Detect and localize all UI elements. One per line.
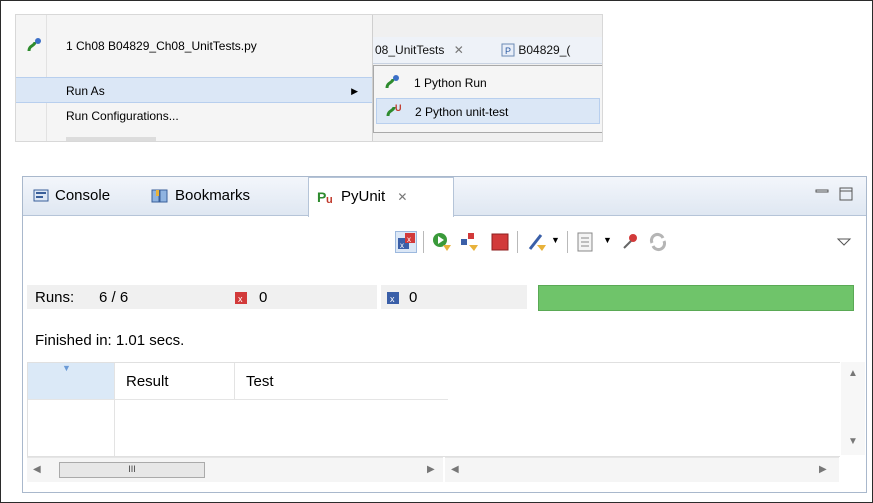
history-dropdown-icon[interactable]: ▼: [551, 235, 560, 245]
layout-dropdown-icon[interactable]: ▼: [603, 235, 612, 245]
svg-text:x: x: [238, 294, 243, 304]
submenu-item-python-run[interactable]: 1 Python Run: [376, 70, 600, 96]
pyunit-toolbar: xx ▼ ▼: [23, 217, 866, 267]
toolbar-separator: [517, 231, 518, 253]
editor-tab-strip: 08_UnitTests ✕ P B04829_(: [371, 37, 602, 64]
tab-bookmarks[interactable]: Bookmarks: [151, 177, 250, 215]
column-header-test[interactable]: Test: [246, 373, 274, 390]
failures-only-icon: xx: [398, 233, 415, 250]
rerun-tests-icon[interactable]: [431, 231, 453, 253]
history-icon[interactable]: [527, 231, 549, 253]
horizontal-scrollbar-left[interactable]: ◀ III ▶: [27, 457, 443, 482]
scroll-down-icon[interactable]: ▼: [848, 436, 858, 447]
failures-value: 0: [409, 289, 418, 306]
column-divider: [234, 363, 235, 399]
scroll-left-icon[interactable]: ◀: [33, 464, 41, 475]
progress-bar: [538, 285, 854, 311]
submenu-item-python-unit-test[interactable]: U 2 Python unit-test: [376, 98, 600, 124]
refresh-icon[interactable]: [647, 231, 669, 253]
layout-icon[interactable]: [575, 231, 597, 253]
runs-value: 6 / 6: [99, 289, 129, 306]
svg-text:u: u: [326, 194, 333, 205]
vertical-scrollbar[interactable]: ▲ ▼: [841, 362, 865, 455]
scroll-up-icon[interactable]: ▲: [848, 368, 858, 379]
bookmarks-icon: [151, 189, 168, 203]
pyunit-icon: Pu: [317, 189, 333, 205]
svg-text:U: U: [395, 103, 402, 113]
context-menu-screenshot: 08_UnitTests ✕ P B04829_( 1 Ch08 B04829_…: [15, 14, 603, 142]
close-icon[interactable]: ✕: [397, 190, 407, 204]
editor-tab-b04829[interactable]: P B04829_(: [501, 43, 570, 57]
errors-value: 0: [259, 289, 268, 306]
minimize-icon[interactable]: [815, 187, 829, 201]
menu-item-run-configurations[interactable]: Run Configurations...: [16, 103, 372, 129]
svg-text:P: P: [317, 189, 326, 205]
menu-item-run-as[interactable]: Run As ▶: [16, 77, 372, 103]
svg-text:x: x: [390, 294, 395, 304]
runs-label: Runs:: [35, 289, 75, 306]
tab-console[interactable]: Console: [33, 177, 110, 215]
maximize-icon[interactable]: [839, 187, 853, 201]
menu-item-recent-launch[interactable]: 1 Ch08 B04829_Ch08_UnitTests.py: [16, 33, 372, 59]
tree-column: [28, 399, 115, 456]
column-header-result[interactable]: Result: [126, 373, 169, 390]
scrollbar-thumb[interactable]: III: [59, 462, 205, 478]
failures-field-bg: [381, 285, 527, 309]
toolbar-separator: [567, 231, 568, 253]
python-unittest-icon: U: [386, 103, 402, 117]
table-header: ▼ Result Test: [28, 363, 448, 400]
scroll-right-icon[interactable]: ▶: [427, 464, 435, 475]
tree-column-header[interactable]: ▼: [28, 363, 115, 399]
pin-icon[interactable]: [619, 231, 641, 253]
test-stats: Runs: 6 / 6 x 0 x 0: [23, 281, 866, 311]
submenu-arrow-icon: ▶: [351, 86, 358, 96]
editor-tab-unittests[interactable]: 08_UnitTests ✕: [375, 43, 464, 57]
rerun-failed-icon[interactable]: [459, 231, 481, 253]
run-as-submenu: 1 Python Run U 2 Python unit-test: [373, 65, 602, 133]
svg-text:x: x: [400, 241, 404, 250]
scroll-left-icon[interactable]: ◀: [451, 464, 459, 475]
context-menu: 1 Ch08 B04829_Ch08_UnitTests.py Run As ▶…: [16, 15, 373, 141]
python-run-icon: [27, 38, 41, 52]
sort-arrow-icon: ▼: [62, 363, 71, 373]
show-failures-only-button[interactable]: xx: [395, 231, 417, 253]
finished-time: Finished in: 1.01 secs.: [35, 332, 185, 349]
svg-text:x: x: [407, 235, 411, 244]
svg-text:P: P: [505, 46, 511, 56]
failure-icon: x: [387, 292, 399, 304]
tab-pyunit[interactable]: Pu PyUnit ✕: [308, 177, 454, 217]
scroll-right-icon[interactable]: ▶: [819, 464, 827, 475]
python-file-icon: P: [501, 43, 515, 57]
console-icon: [33, 189, 49, 202]
results-table: ▼ Result Test: [27, 362, 840, 457]
horizontal-scrollbar-right[interactable]: ◀ ▶: [445, 457, 839, 482]
python-run-icon: [385, 75, 399, 89]
error-icon: x: [235, 292, 247, 304]
runs-field-bg: [27, 285, 377, 309]
clipped-menu-item: [66, 137, 156, 141]
stop-icon[interactable]: [489, 231, 511, 253]
pyunit-view: Console Bookmarks Pu PyUnit ✕ xx ▼ ▼ Runs: [22, 176, 867, 493]
view-tab-bar: Console Bookmarks Pu PyUnit ✕: [23, 177, 866, 217]
toolbar-separator: [423, 231, 424, 253]
view-menu-icon[interactable]: [833, 231, 855, 253]
close-icon[interactable]: ✕: [454, 43, 464, 57]
